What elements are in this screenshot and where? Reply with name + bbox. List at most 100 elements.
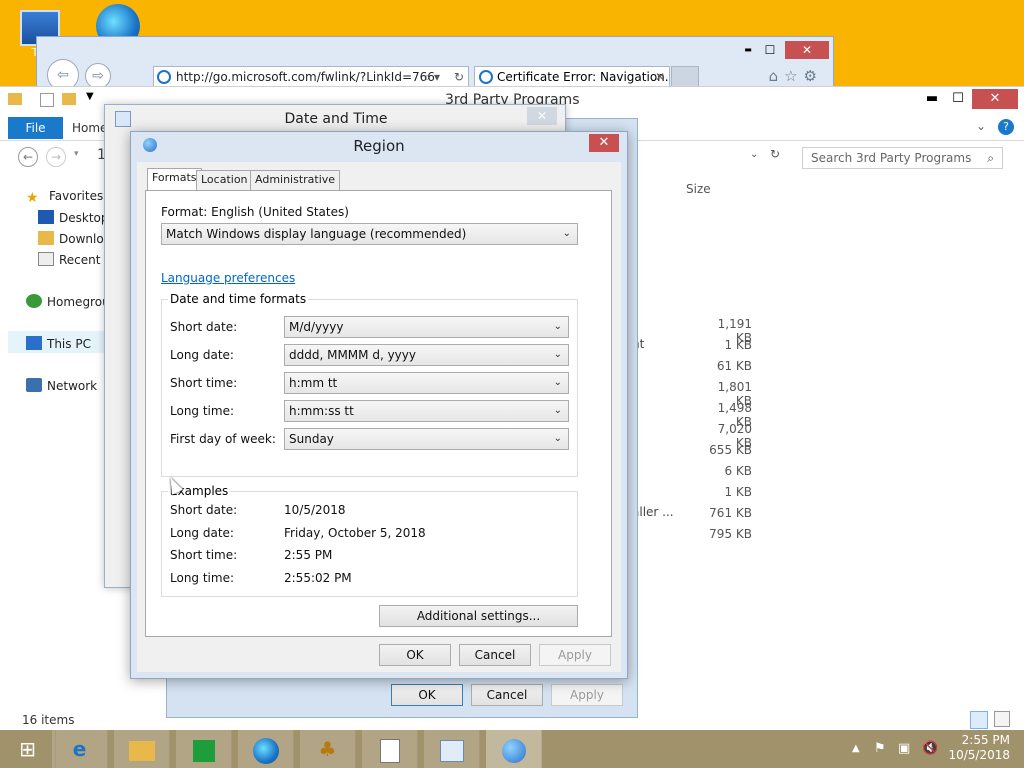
taskbar-edge-button[interactable] bbox=[238, 730, 294, 768]
large-icons-view-icon[interactable] bbox=[994, 711, 1010, 727]
nav-forward-icon[interactable]: → bbox=[46, 147, 66, 167]
short-time-select[interactable]: h:mm tt ⌄ bbox=[284, 372, 569, 394]
taskbar-ie-button[interactable]: e bbox=[52, 730, 108, 768]
gear-icon[interactable]: ⚙ bbox=[804, 67, 823, 85]
computer-icon bbox=[26, 336, 42, 350]
additional-settings-button[interactable]: Additional settings... bbox=[379, 605, 578, 627]
nav-recent-icon[interactable]: ▾ bbox=[74, 149, 79, 159]
taskbar-store-button[interactable] bbox=[176, 730, 232, 768]
favorites-star-icon[interactable]: ☆ bbox=[784, 67, 803, 85]
example-long-date-value: Friday, October 5, 2018 bbox=[284, 526, 426, 540]
long-time-select[interactable]: h:mm:ss tt ⌄ bbox=[284, 400, 569, 422]
sidebar-item-favorites[interactable]: ★ Favorites bbox=[26, 189, 103, 206]
sidebar-item-this-pc[interactable]: This PC bbox=[26, 336, 91, 351]
date-time-cancel-button[interactable]: Cancel bbox=[471, 684, 543, 706]
taskbar: ⊞ e ♣ ▲ ⚑ ▣ 🔇 2:55 PM 10/5/2018 bbox=[0, 730, 1024, 768]
format-select-value: Match Windows display language (recommen… bbox=[166, 227, 467, 241]
size-cell: 6 KB bbox=[724, 464, 752, 478]
show-hidden-icons[interactable]: ▲ bbox=[852, 730, 860, 768]
tab-close-icon[interactable]: ✕ bbox=[655, 67, 665, 87]
details-view-icon[interactable] bbox=[970, 711, 988, 729]
homegroup-icon bbox=[26, 294, 42, 308]
help-icon[interactable]: ? bbox=[998, 119, 1014, 135]
date-time-ok-button[interactable]: OK bbox=[391, 684, 463, 706]
sidebar-item-network[interactable]: Network bbox=[26, 378, 97, 393]
qat-dropdown-icon[interactable]: ▼ bbox=[86, 91, 94, 102]
taskbar-datetime-button[interactable] bbox=[424, 730, 480, 768]
search-icon[interactable]: ⌕ ▾ bbox=[423, 67, 440, 87]
first-day-select[interactable]: Sunday ⌄ bbox=[284, 428, 569, 450]
region-cancel-button[interactable]: Cancel bbox=[459, 644, 531, 666]
browser-window: ▬ ☐ ✕ ⇦ ⇨ http://go.microsoft.com/fwlink… bbox=[36, 36, 834, 91]
chevron-down-icon: ⌄ bbox=[553, 377, 562, 388]
explorer-maximize-button[interactable]: ☐ bbox=[940, 89, 976, 109]
explorer-close-button[interactable]: ✕ bbox=[972, 89, 1018, 109]
downloads-icon bbox=[38, 231, 54, 245]
recent-icon bbox=[38, 252, 54, 266]
date-time-close-button[interactable]: ✕ bbox=[527, 107, 557, 125]
example-short-date-value: 10/5/2018 bbox=[284, 503, 346, 517]
taskbar-app-button[interactable]: ♣ bbox=[300, 730, 356, 768]
long-date-select[interactable]: dddd, MMMM d, yyyy ⌄ bbox=[284, 344, 569, 366]
sidebar-item-recent[interactable]: Recent p bbox=[38, 252, 112, 267]
size-cell: 655 KB bbox=[709, 443, 752, 457]
example-long-time-label: Long time: bbox=[170, 571, 235, 585]
volume-muted-icon[interactable]: 🔇 bbox=[922, 730, 938, 768]
folder-icon bbox=[128, 740, 155, 761]
date-time-apply-button: Apply bbox=[551, 684, 623, 706]
action-center-flag-icon[interactable]: ⚑ bbox=[874, 730, 886, 768]
tab-location[interactable]: Location bbox=[196, 170, 253, 190]
properties-icon[interactable] bbox=[40, 93, 54, 107]
network-tray-icon[interactable]: ▣ bbox=[898, 730, 910, 768]
tab-formats[interactable]: Formats bbox=[147, 168, 202, 191]
start-button[interactable]: ⊞ bbox=[0, 730, 56, 768]
size-cell: 1 KB bbox=[724, 338, 752, 352]
new-folder-icon[interactable] bbox=[62, 93, 76, 105]
new-tab-button[interactable] bbox=[671, 66, 699, 88]
item-count: 16 items bbox=[22, 713, 75, 727]
nav-back-icon[interactable]: ← bbox=[18, 147, 38, 167]
tab-title: Certificate Error: Navigation... bbox=[497, 70, 670, 84]
taskbar-explorer-button[interactable] bbox=[114, 730, 170, 768]
globe-icon bbox=[501, 738, 526, 763]
search-placeholder: Search 3rd Party Programs bbox=[811, 151, 972, 165]
browser-tab[interactable]: Certificate Error: Navigation... ✕ bbox=[474, 66, 670, 88]
star-icon: ★ bbox=[26, 190, 39, 206]
tab-administrative[interactable]: Administrative bbox=[250, 170, 341, 190]
sidebar-item-homegroup[interactable]: Homegrou bbox=[26, 294, 110, 309]
region-ok-button[interactable]: OK bbox=[379, 644, 451, 666]
size-cell: 795 KB bbox=[709, 527, 752, 541]
ribbon-expand-icon[interactable]: ⌄ bbox=[976, 119, 986, 133]
home-icon[interactable]: ⌂ bbox=[769, 67, 785, 85]
column-header-size[interactable]: Size bbox=[686, 182, 711, 196]
sidebar-item-desktop[interactable]: Desktop bbox=[38, 210, 109, 225]
edge-icon bbox=[252, 737, 279, 764]
ie-tab-icon bbox=[479, 70, 493, 84]
address-bar[interactable]: http://go.microsoft.com/fwlink/?LinkId=7… bbox=[153, 66, 469, 88]
network-icon bbox=[26, 378, 42, 392]
region-dialog: Region ✕ Formats Location Administrative… bbox=[130, 131, 628, 679]
chevron-down-icon: ⌄ bbox=[562, 228, 571, 239]
refresh-icon[interactable]: ↻ bbox=[454, 67, 464, 87]
short-date-select[interactable]: M/d/yyyy ⌄ bbox=[284, 316, 569, 338]
taskbar-region-button[interactable] bbox=[486, 730, 542, 768]
example-long-time-value: 2:55:02 PM bbox=[284, 571, 352, 585]
search-input[interactable]: Search 3rd Party Programs ⌕ bbox=[802, 147, 1003, 169]
system-clock[interactable]: 2:55 PM 10/5/2018 bbox=[948, 733, 1010, 763]
size-cell: 1 KB bbox=[724, 485, 752, 499]
search-icon: ⌕ bbox=[987, 151, 994, 165]
date-time-title: Date and Time bbox=[284, 111, 388, 127]
clock-date: 10/5/2018 bbox=[948, 748, 1010, 762]
sidebar-item-downloads[interactable]: Downloa bbox=[38, 231, 111, 246]
explorer-refresh-icon[interactable]: ↻ bbox=[770, 147, 780, 161]
long-date-label: Long date: bbox=[170, 348, 234, 362]
tab-file[interactable]: File bbox=[8, 117, 63, 139]
close-button[interactable]: ✕ bbox=[785, 41, 829, 59]
tab-home[interactable]: Home bbox=[72, 117, 107, 139]
taskbar-notepad-button[interactable] bbox=[362, 730, 418, 768]
address-dropdown-icon[interactable]: ⌄ bbox=[750, 149, 758, 160]
short-date-label: Short date: bbox=[170, 320, 238, 334]
format-select[interactable]: Match Windows display language (recommen… bbox=[161, 223, 578, 245]
language-preferences-link[interactable]: Language preferences bbox=[161, 271, 295, 285]
region-close-button[interactable]: ✕ bbox=[589, 134, 619, 152]
